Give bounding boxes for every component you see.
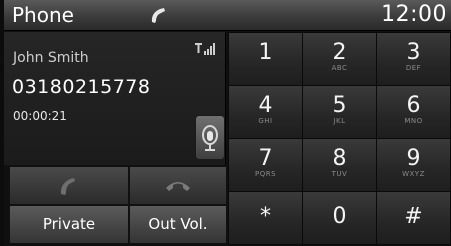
voice-recognition-button[interactable]: [195, 115, 225, 160]
accept-call-icon: [60, 178, 75, 195]
out-vol-button[interactable]: Out Vol.: [129, 205, 227, 244]
key-1[interactable]: 1: [228, 32, 303, 86]
contact-name: John Smith: [13, 50, 89, 66]
key-hash[interactable]: #: [376, 191, 451, 245]
private-button[interactable]: Private: [9, 205, 129, 244]
key-3[interactable]: 3 DEF: [376, 32, 451, 86]
key-4[interactable]: 4 GHI: [228, 85, 303, 139]
key-5[interactable]: 5 JKL: [302, 85, 377, 139]
key-7[interactable]: 7 PQRS: [228, 138, 303, 192]
key-6[interactable]: 6 MNO: [376, 85, 451, 139]
key-2[interactable]: 2 ABC: [302, 32, 377, 86]
key-9[interactable]: 9 WXYZ: [376, 138, 451, 192]
end-call-button[interactable]: [129, 166, 227, 205]
key-0[interactable]: 0: [302, 191, 377, 245]
key-star[interactable]: *: [228, 191, 303, 245]
call-duration: 00:00:21: [13, 109, 67, 123]
end-call-icon: [166, 182, 190, 191]
accept-call-button[interactable]: [9, 166, 129, 205]
handset-icon: [151, 8, 165, 23]
call-info-panel: John Smith 03180215778 00:00:21: [4, 32, 226, 165]
phone-screen: Phone 12:00 John Smith 03180215778 00:00…: [4, 0, 451, 246]
voice-recognition-icon: [202, 125, 218, 151]
status-bar: Phone 12:00: [4, 0, 451, 31]
clock: 12:00: [381, 2, 447, 27]
dial-keypad: 1 2 ABC 3 DEF 4 GHI 5 JKL 6 MNO 7 PQRS 8 TUV 9W…: [228, 32, 451, 245]
key-8[interactable]: 8 TUV: [302, 138, 377, 192]
phone-number: 03180215778: [12, 76, 151, 98]
app-title: Phone: [12, 3, 74, 27]
signal-strength-icon: [195, 43, 215, 55]
